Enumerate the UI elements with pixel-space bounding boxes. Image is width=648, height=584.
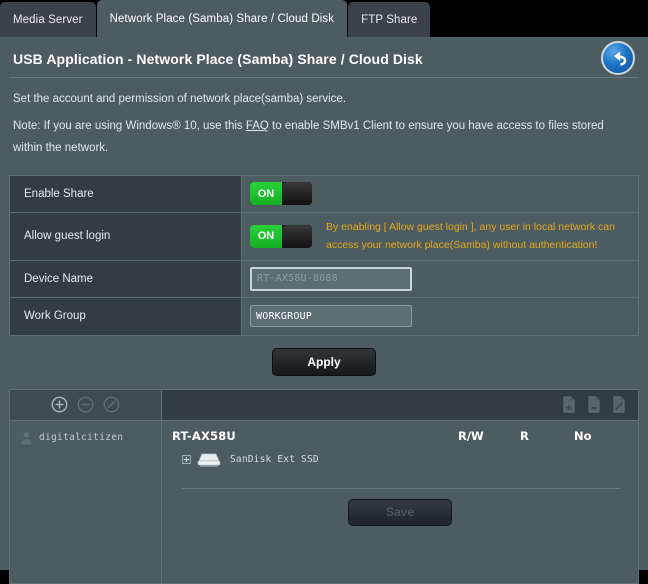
work-group-input[interactable] [250, 305, 412, 328]
back-arrow-icon[interactable] [601, 41, 635, 75]
work-group-label: Work Group [10, 297, 242, 335]
page-header: USB Application - Network Place (Samba) … [9, 37, 639, 78]
allow-guest-login-toggle-state: ON [250, 224, 282, 248]
save-button-row: Save [172, 498, 628, 526]
disk-label: SanDisk Ext SSD [230, 453, 319, 465]
enable-share-value: ON [242, 175, 638, 212]
divider [182, 487, 620, 489]
device-name-input[interactable] [250, 266, 412, 291]
allow-guest-login-toggle-knob [282, 224, 312, 248]
permission-list: RT-AX58U R/W R No SanDisk Ext SSD Save [162, 420, 638, 583]
save-button[interactable]: Save [348, 498, 452, 526]
setting-row-enable-share: Enable Share ON [10, 175, 638, 213]
tab-media-server[interactable]: Media Server [0, 2, 96, 37]
note-text-before: Note: If you are using Windows® 10, use … [13, 120, 246, 133]
setting-row-allow-guest-login: Allow guest login ON By enabling [ Allow… [10, 212, 638, 261]
apply-button[interactable]: Apply [272, 347, 376, 376]
share-permission-panel: digitalcitizen RT-AX58U R/W R No SanDisk… [9, 388, 639, 584]
list-item-label: digitalcitizen [39, 432, 124, 444]
add-folder-icon[interactable] [561, 396, 577, 413]
enable-share-label: Enable Share [10, 175, 242, 212]
page-body: USB Application - Network Place (Samba) … [0, 37, 648, 584]
device-name-heading: RT-AX58U [172, 428, 236, 443]
faq-link[interactable]: FAQ [246, 120, 269, 132]
edit-folder-icon[interactable] [611, 396, 627, 413]
user-list: digitalcitizen [10, 420, 162, 583]
intro-text: Set the account and permission of networ… [9, 78, 639, 163]
share-body: digitalcitizen RT-AX58U R/W R No SanDisk… [10, 420, 638, 583]
allow-guest-login-label: Allow guest login [10, 212, 242, 260]
allow-guest-login-toggle[interactable]: ON [250, 224, 312, 248]
tab-network-place-samba-share-cloud-disk[interactable]: Network Place (Samba) Share / Cloud Disk [96, 0, 348, 37]
guest-login-warning: By enabling [ Allow guest login ], any u… [326, 220, 615, 252]
folder-toolbar [162, 389, 638, 420]
tab-bar: Media Server Network Place (Samba) Share… [0, 0, 648, 37]
router-admin-screen: Media Server Network Place (Samba) Share… [0, 0, 648, 584]
work-group-value [242, 297, 638, 335]
allow-guest-login-value: ON By enabling [ Allow guest login ], an… [242, 212, 638, 260]
list-item[interactable]: digitalcitizen [10, 428, 161, 448]
remove-user-icon[interactable] [77, 396, 94, 413]
setting-row-work-group: Work Group [10, 297, 638, 335]
device-name-value [242, 260, 638, 297]
remove-folder-icon[interactable] [586, 396, 602, 413]
column-header-r: R [520, 428, 529, 443]
user-toolbar [10, 389, 162, 420]
tree-expander-plus-icon[interactable] [182, 454, 191, 464]
permission-header-row: RT-AX58U R/W R No [172, 429, 628, 443]
enable-share-toggle-knob [282, 182, 312, 206]
add-user-icon[interactable] [51, 396, 68, 413]
device-name-label: Device Name [10, 260, 242, 297]
share-toolbar [10, 389, 638, 421]
user-avatar-icon [21, 431, 32, 445]
settings-table: Enable Share ON Allow guest login ON By … [9, 174, 639, 336]
intro-description: Set the account and permission of networ… [13, 93, 347, 105]
apply-button-row: Apply [9, 347, 639, 376]
setting-row-device-name: Device Name [10, 260, 638, 298]
page-title: USB Application - Network Place (Samba) … [13, 51, 423, 67]
enable-share-toggle-state: ON [250, 182, 282, 206]
tab-ftp-share[interactable]: FTP Share [348, 2, 431, 37]
table-row[interactable]: SanDisk Ext SSD [172, 451, 628, 468]
disk-drive-icon [197, 453, 221, 467]
column-header-no: No [574, 428, 592, 443]
intro-note: Note: If you are using Windows® 10, use … [13, 116, 635, 159]
edit-user-icon[interactable] [103, 396, 120, 413]
enable-share-toggle[interactable]: ON [250, 182, 312, 206]
column-header-rw: R/W [458, 428, 484, 443]
